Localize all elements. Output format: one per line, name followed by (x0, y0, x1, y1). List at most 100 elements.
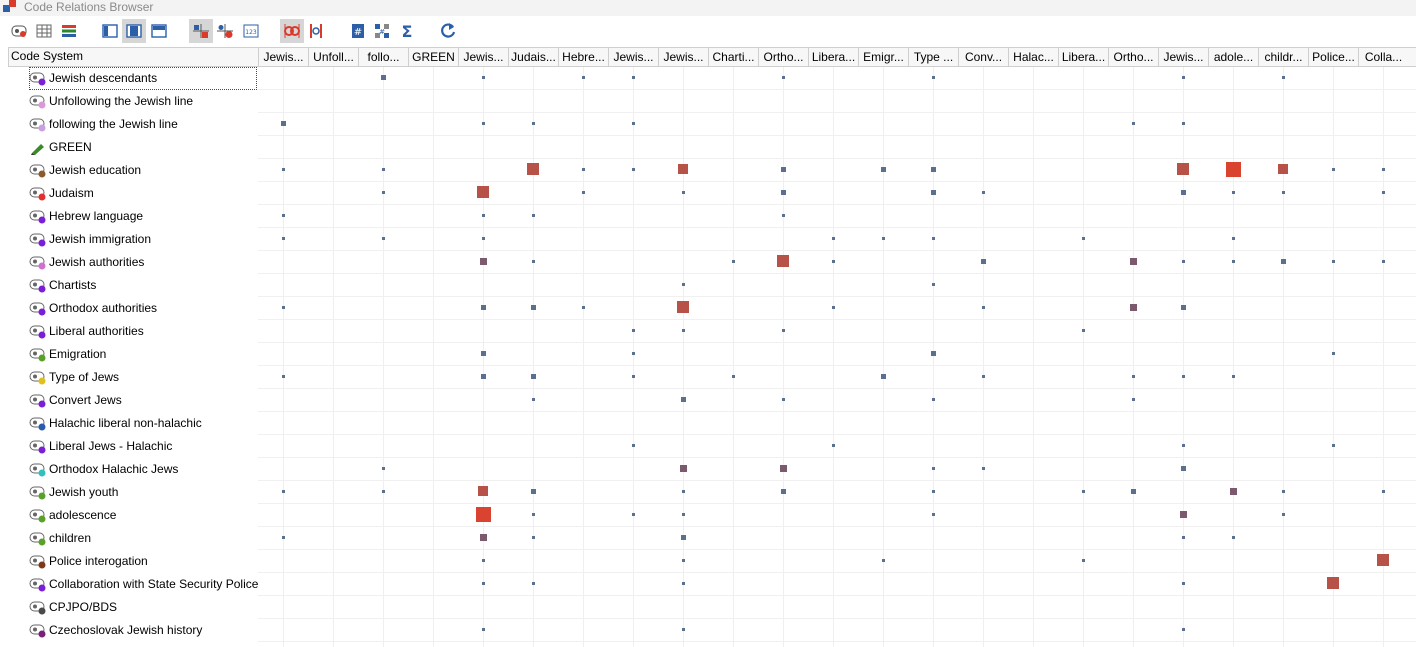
relation-square[interactable] (1082, 237, 1085, 240)
column-header[interactable]: Jewis... (1158, 48, 1208, 67)
relation-square[interactable] (582, 191, 585, 194)
column-header[interactable]: Charti... (708, 48, 758, 67)
relation-square[interactable] (532, 582, 535, 585)
relation-square[interactable] (1281, 259, 1286, 264)
relation-square[interactable] (282, 237, 285, 240)
relation-square[interactable] (1382, 168, 1385, 171)
relation-square[interactable] (682, 329, 685, 332)
relation-square[interactable] (1382, 490, 1385, 493)
relation-square[interactable] (532, 398, 535, 401)
relation-square[interactable] (632, 168, 635, 171)
relation-square[interactable] (382, 168, 385, 171)
relation-square[interactable] (932, 398, 935, 401)
relation-square[interactable] (1082, 559, 1085, 562)
relation-square[interactable] (382, 467, 385, 470)
code-item[interactable]: Convert Jews (29, 389, 122, 412)
relation-square[interactable] (782, 76, 785, 79)
code-item[interactable]: following the Jewish line (29, 113, 178, 136)
relation-square[interactable] (932, 283, 935, 286)
relation-square[interactable] (681, 535, 686, 540)
relation-square[interactable] (532, 260, 535, 263)
relation-square[interactable] (1132, 398, 1135, 401)
code-item[interactable]: Orthodox Halachic Jews (29, 458, 178, 481)
column-header[interactable]: Conv... (958, 48, 1008, 67)
relation-square[interactable] (1282, 513, 1285, 516)
relation-square[interactable] (632, 122, 635, 125)
relation-square[interactable] (1182, 375, 1185, 378)
codes-button[interactable] (8, 19, 32, 43)
relation-square[interactable] (382, 237, 385, 240)
relation-square[interactable] (781, 489, 786, 494)
relation-square[interactable] (932, 490, 935, 493)
relation-square[interactable] (881, 167, 886, 172)
column-header[interactable]: Jewis... (658, 48, 708, 67)
relation-square[interactable] (482, 559, 485, 562)
relation-square[interactable] (531, 489, 536, 494)
relation-square[interactable] (582, 168, 585, 171)
code-item[interactable]: Orthodox authorities (29, 297, 157, 320)
relation-square[interactable] (1382, 260, 1385, 263)
relation-square[interactable] (632, 375, 635, 378)
code-item[interactable]: Unfollowing the Jewish line (29, 90, 193, 113)
relation-square[interactable] (1132, 122, 1135, 125)
relation-square[interactable] (582, 76, 585, 79)
column-header[interactable]: Libera... (808, 48, 858, 67)
code-item[interactable]: Hebrew language (29, 205, 143, 228)
refresh-button[interactable] (436, 19, 460, 43)
relation-square[interactable] (282, 375, 285, 378)
relation-square[interactable] (682, 513, 685, 516)
relation-square[interactable] (532, 513, 535, 516)
code-item[interactable]: Chartists (29, 274, 96, 297)
relation-square[interactable] (780, 465, 787, 472)
relation-square[interactable] (282, 490, 285, 493)
relation-square[interactable] (931, 167, 936, 172)
relation-square[interactable] (381, 75, 386, 80)
column-header-code-system[interactable]: Code System (8, 48, 258, 67)
relation-square[interactable] (732, 375, 735, 378)
column-header[interactable]: Jewis... (258, 48, 308, 67)
relation-square[interactable] (982, 467, 985, 470)
relation-square[interactable] (1278, 164, 1288, 174)
code-item[interactable]: adolescence (29, 504, 116, 527)
relation-square[interactable] (282, 214, 285, 217)
relation-square[interactable] (682, 490, 685, 493)
relation-square[interactable] (682, 191, 685, 194)
relation-square[interactable] (882, 559, 885, 562)
column-header[interactable]: Colla... (1358, 48, 1408, 67)
column-header[interactable]: Hebre... (558, 48, 608, 67)
relation-square[interactable] (632, 513, 635, 516)
relation-square[interactable] (480, 534, 487, 541)
code-item[interactable]: Judaism (29, 182, 94, 205)
relation-square[interactable] (1180, 511, 1187, 518)
column-header[interactable]: adole... (1208, 48, 1258, 67)
code-item[interactable]: CPJPO/BDS (29, 596, 117, 619)
code-item[interactable]: GREEN (29, 136, 92, 159)
intersection-button[interactable] (280, 19, 304, 43)
relation-square[interactable] (931, 190, 936, 195)
column-header[interactable]: Unfoll... (308, 48, 358, 67)
list-colors-button[interactable] (57, 19, 81, 43)
relation-square[interactable] (1082, 490, 1085, 493)
column-header[interactable]: Type ... (908, 48, 958, 67)
relation-square[interactable] (480, 258, 487, 265)
relation-square[interactable] (1282, 191, 1285, 194)
column-header[interactable]: GREEN (408, 48, 458, 67)
relation-square[interactable] (1377, 554, 1389, 566)
relation-square[interactable] (932, 237, 935, 240)
relation-square[interactable] (1182, 260, 1185, 263)
relation-square[interactable] (282, 168, 285, 171)
relation-square[interactable] (531, 374, 536, 379)
circles-view-button[interactable] (213, 19, 237, 43)
column-header[interactable]: Emigr... (858, 48, 908, 67)
relation-square[interactable] (1181, 305, 1186, 310)
relation-square[interactable] (281, 121, 286, 126)
relation-square[interactable] (1132, 375, 1135, 378)
relation-square[interactable] (982, 375, 985, 378)
relation-square[interactable] (632, 76, 635, 79)
relation-square[interactable] (1230, 488, 1237, 495)
column-header[interactable]: Judais... (508, 48, 558, 67)
column-header[interactable]: Jewis... (458, 48, 508, 67)
relation-square[interactable] (682, 559, 685, 562)
relation-square[interactable] (782, 398, 785, 401)
code-item[interactable]: Jewish descendants (29, 67, 257, 90)
